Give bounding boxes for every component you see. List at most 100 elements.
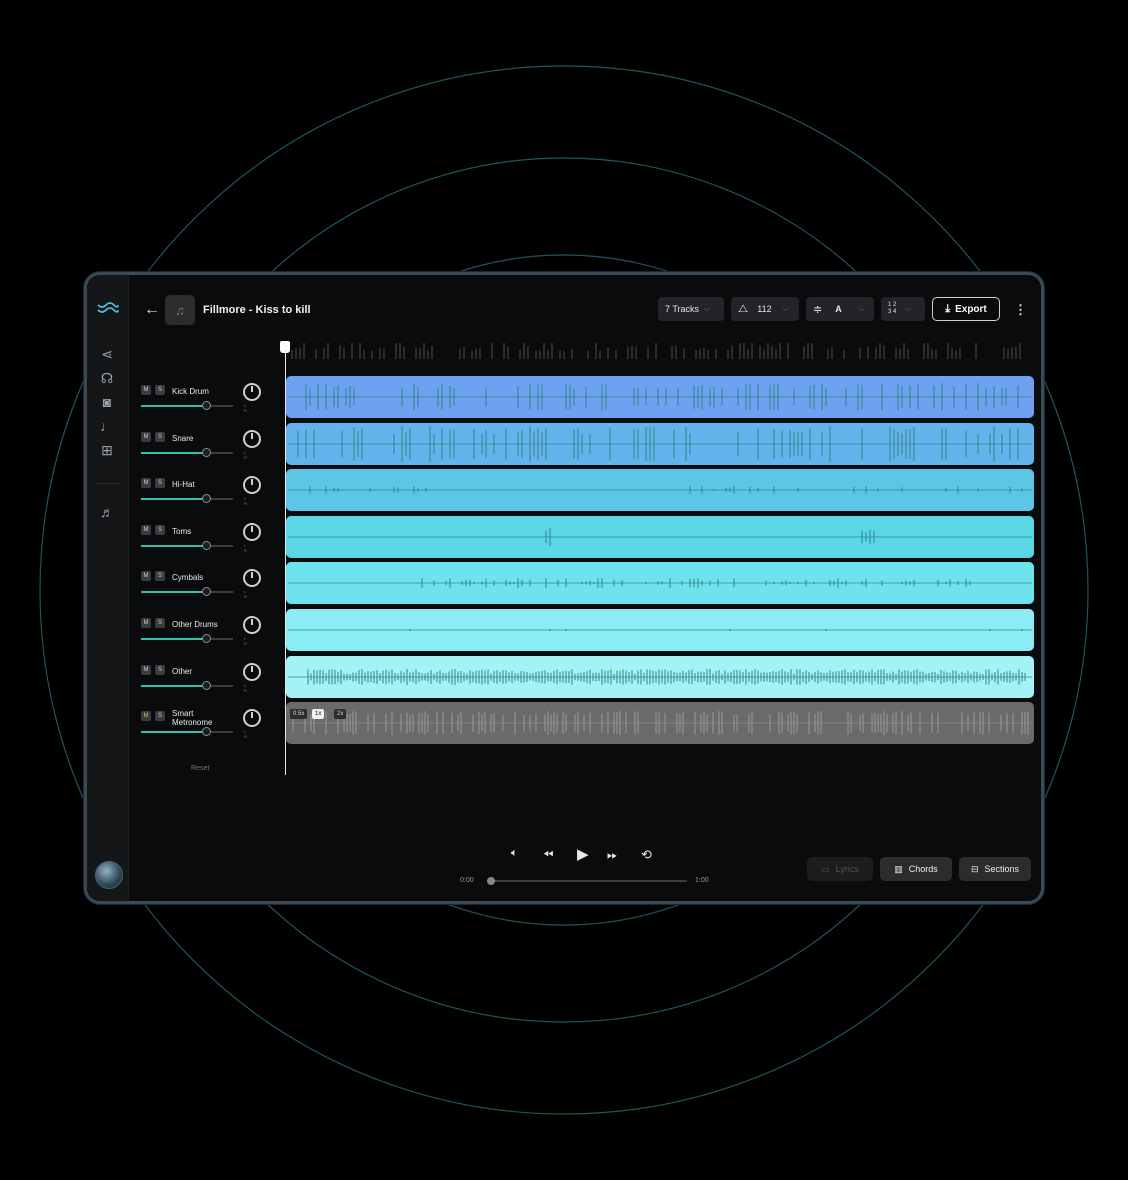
volume-icon[interactable]: 🔈︎ xyxy=(511,847,518,860)
voice-icon[interactable]: ☊ xyxy=(96,367,118,389)
loop-icon[interactable]: ⟲ xyxy=(641,847,652,863)
volume-knob[interactable] xyxy=(202,540,211,550)
volume-slider[interactable] xyxy=(141,680,233,690)
mute-button[interactable]: M xyxy=(141,478,151,489)
pan-knob[interactable] xyxy=(243,522,261,541)
pan-knob[interactable] xyxy=(243,709,261,728)
pan-lr-label: L R xyxy=(244,449,256,460)
volume-knob[interactable] xyxy=(202,401,211,410)
track-lane[interactable] xyxy=(286,609,1034,651)
wave-logo-icon[interactable] xyxy=(97,301,119,315)
fast-forward-icon[interactable]: ⏩︎ xyxy=(607,847,617,863)
mute-button[interactable]: M xyxy=(141,711,151,722)
key-dropdown[interactable]: ≑ A ⌵ xyxy=(806,297,874,321)
pan-lr-label: L R xyxy=(244,403,256,413)
solo-button[interactable]: S xyxy=(155,385,165,395)
waveform xyxy=(288,425,1032,462)
more-options-icon[interactable]: ⋮ xyxy=(1014,302,1027,318)
reset-button[interactable]: Reset xyxy=(191,765,209,772)
volume-knob[interactable] xyxy=(202,634,211,643)
track-name: Hi-Hat xyxy=(172,480,195,490)
track-lane[interactable] xyxy=(286,376,1034,418)
chords-label: Chords xyxy=(908,864,938,874)
rewind-icon[interactable]: ⏪︎ xyxy=(543,847,553,863)
volume-slider[interactable] xyxy=(141,447,233,457)
volume-slider[interactable] xyxy=(141,494,233,504)
pan-knob[interactable] xyxy=(243,569,261,588)
volume-slider[interactable] xyxy=(141,587,233,597)
track-lane[interactable] xyxy=(286,562,1034,605)
solo-button[interactable]: S xyxy=(155,478,165,489)
download-icon: ⤓ xyxy=(945,302,951,315)
mute-button[interactable]: M xyxy=(141,431,151,442)
speed-option[interactable]: 2x xyxy=(334,709,347,720)
bpm-dropdown[interactable]: ⧍ 112 ⌵ xyxy=(731,297,799,321)
grid-icon[interactable]: ⊞ xyxy=(96,439,118,461)
transport-controls: 🔈︎ ⏪︎ ▶ ⏩︎ ⟲ xyxy=(507,845,667,867)
tuning-icon: ≑ xyxy=(813,303,823,316)
back-arrow-icon[interactable]: ← xyxy=(144,301,160,319)
mute-button[interactable]: M xyxy=(141,524,151,535)
track-controls: M S Hi-Hat L R xyxy=(141,472,276,516)
volume-knob[interactable] xyxy=(202,494,211,504)
speed-option[interactable]: 1x xyxy=(312,709,325,720)
volume-slider[interactable] xyxy=(141,634,233,643)
solo-button[interactable]: S xyxy=(155,711,165,722)
track-controls: M S Cymbals L R xyxy=(141,565,276,609)
volume-slider[interactable] xyxy=(141,540,233,550)
solo-button[interactable]: S xyxy=(155,618,165,628)
pan-knob[interactable] xyxy=(243,429,261,448)
export-button[interactable]: ⤓ Export xyxy=(932,297,1000,321)
track-name: Snare xyxy=(172,433,194,443)
pan-knob[interactable] xyxy=(243,662,261,681)
play-icon[interactable]: ▶ xyxy=(577,845,589,863)
mute-button[interactable]: M xyxy=(141,618,151,628)
avatar[interactable] xyxy=(95,861,123,889)
timeline-ruler[interactable] xyxy=(284,337,1029,367)
volume-fill xyxy=(141,405,207,407)
volume-slider[interactable] xyxy=(141,401,233,410)
tune-icon[interactable]: ♩ xyxy=(96,415,118,437)
volume-knob[interactable] xyxy=(202,587,211,597)
solo-button[interactable]: S xyxy=(155,431,165,442)
volume-knob[interactable] xyxy=(202,680,211,690)
pan-knob[interactable] xyxy=(243,383,261,401)
mute-button[interactable]: M xyxy=(141,664,151,675)
sections-button[interactable]: ⊟ Sections xyxy=(959,857,1031,881)
volume-slider[interactable] xyxy=(141,727,233,737)
pan-knob[interactable] xyxy=(243,476,261,495)
waveform xyxy=(288,629,1032,631)
share-icon[interactable]: ⋖ xyxy=(96,343,118,365)
track-lane[interactable] xyxy=(286,655,1034,698)
tracks-label: 7 Tracks xyxy=(665,304,700,314)
time-end: 1:00 xyxy=(695,877,709,884)
bpm-value: 112 xyxy=(757,304,772,314)
chords-button[interactable]: ▥ Chords xyxy=(880,857,952,881)
volume-knob[interactable] xyxy=(202,727,211,737)
speed-option[interactable]: 0.5x xyxy=(290,709,308,720)
mute-button[interactable]: M xyxy=(141,571,151,582)
volume-knob[interactable] xyxy=(202,447,211,457)
solo-button[interactable]: S xyxy=(155,571,165,582)
progress-knob[interactable] xyxy=(487,877,495,885)
track-lane[interactable] xyxy=(286,469,1034,512)
lyrics-button[interactable]: ▭ Lyrics xyxy=(807,857,873,881)
mute-button[interactable]: M xyxy=(141,385,151,395)
volume-fill xyxy=(141,731,207,734)
progress-bar[interactable] xyxy=(487,877,687,885)
playlist-icon[interactable]: ♬ xyxy=(96,501,118,523)
track-lane[interactable] xyxy=(286,422,1034,465)
track-lane[interactable] xyxy=(286,515,1034,558)
toolbar: ← ♫ Fillmore - Kiss to kill 7 Tracks ⌵ ⧍… xyxy=(128,275,1041,343)
solo-button[interactable]: S xyxy=(155,524,165,535)
pan-knob[interactable] xyxy=(243,616,261,634)
pan-lr-label: L R xyxy=(244,542,256,553)
metronome-icon: ⧍ xyxy=(738,302,749,315)
volume-fill xyxy=(141,498,207,501)
track-lane[interactable]: 0.5x 1x 2x xyxy=(286,702,1034,745)
solo-button[interactable]: S xyxy=(155,664,165,675)
waveform xyxy=(288,527,1032,546)
time-signature-dropdown[interactable]: 1 2 3 4 ⌵ xyxy=(881,297,925,321)
speaker-icon[interactable]: ◙ xyxy=(96,391,118,413)
tracks-dropdown[interactable]: 7 Tracks ⌵ xyxy=(658,297,724,321)
